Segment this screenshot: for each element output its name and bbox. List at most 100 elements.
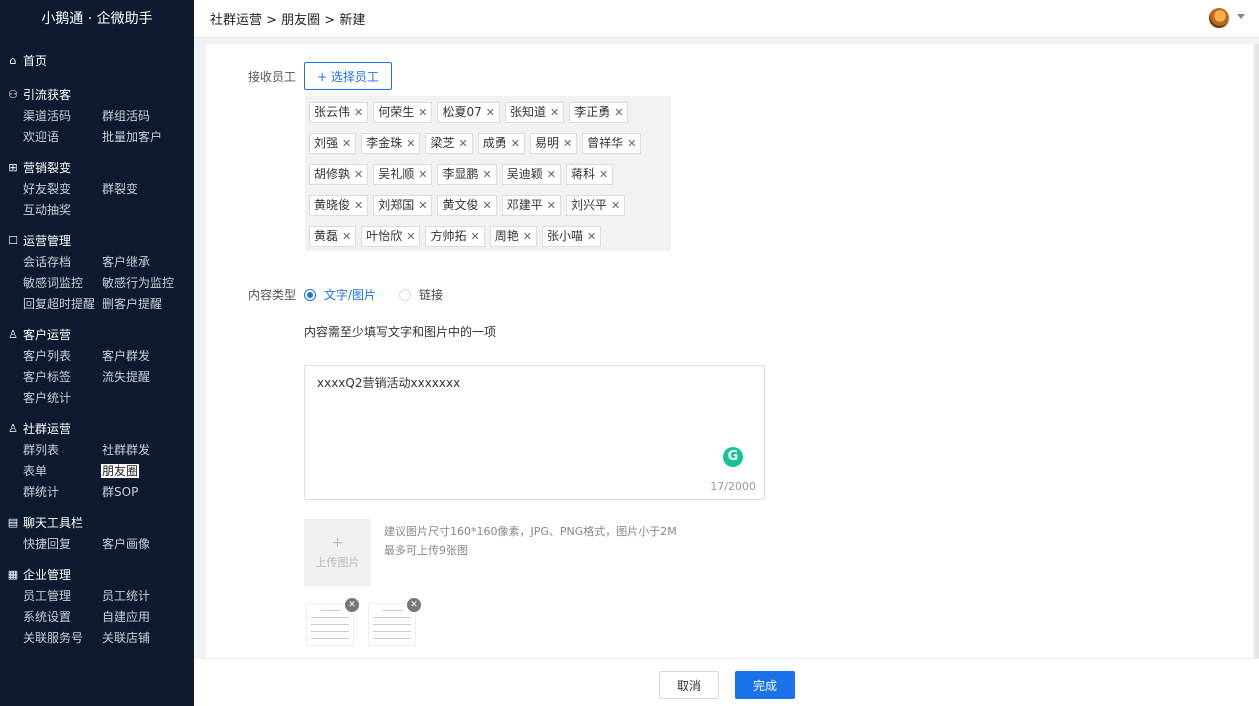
radio-link[interactable]: 链接 <box>399 286 443 303</box>
toolbar-icon: ▤ <box>7 516 19 529</box>
sidebar-item[interactable]: 客户统计 <box>22 388 101 409</box>
close-icon[interactable]: ✕ <box>550 103 559 122</box>
sidebar-item[interactable]: 客户画像 <box>101 534 191 555</box>
cancel-button[interactable]: 取消 <box>659 671 719 699</box>
sidebar-item[interactable]: 敏感行为监控 <box>101 273 191 294</box>
close-icon[interactable]: ✕ <box>342 134 351 153</box>
sidebar-menu: ⌂ 首页 ⚇ 引流获客渠道活码 群组活码 欢迎语 批量加客户 ⊞ 营销裂变 好友裂变 群裂变 互动… <box>0 38 194 649</box>
close-icon[interactable]: ✕ <box>406 134 415 153</box>
close-icon[interactable]: ✕ <box>406 227 415 246</box>
sidebar-item-label: 敏感行为监控 <box>102 276 175 290</box>
employee-tag-label: 刘强 <box>314 136 339 150</box>
image-thumbnail[interactable]: ✕ <box>306 598 359 646</box>
sidebar-group-title[interactable]: ☐ 运营管理 <box>0 230 194 252</box>
employee-tag: 邓建平 ✕ <box>501 195 561 216</box>
remove-image-icon[interactable]: ✕ <box>345 598 359 612</box>
sidebar-group-title[interactable]: ♙ 客户运营 <box>0 324 194 346</box>
sidebar-item[interactable]: 表单 <box>22 461 101 482</box>
sidebar-item[interactable]: 群裂变 <box>101 179 191 200</box>
close-icon[interactable]: ✕ <box>482 165 491 184</box>
grammarly-icon[interactable]: G <box>723 447 743 467</box>
char-counter: 17/2000 <box>710 480 756 493</box>
sidebar-item[interactable]: 好友裂变 <box>22 179 101 200</box>
sidebar-item[interactable]: 客户标签 <box>22 367 101 388</box>
sidebar-group-title[interactable]: ▤ 聊天工具栏 <box>0 512 194 534</box>
upload-hint-count: 最多可上传9张图 <box>384 544 468 557</box>
sidebar-item[interactable]: 批量加客户 <box>101 127 191 148</box>
sidebar-item[interactable]: 流失提醒 <box>101 367 191 388</box>
sidebar-item[interactable]: 敏感词监控 <box>22 273 101 294</box>
close-icon[interactable]: ✕ <box>599 165 608 184</box>
employee-tag-label: 成勇 <box>482 136 507 150</box>
close-icon[interactable]: ✕ <box>342 227 351 246</box>
sidebar-item[interactable]: 自建应用 <box>101 607 191 628</box>
sidebar-item-label: 客户继承 <box>102 255 151 269</box>
sidebar-item-label: 客户列表 <box>23 349 72 363</box>
sidebar-item-home[interactable]: ⌂ 首页 <box>0 50 194 72</box>
close-icon[interactable]: ✕ <box>458 134 467 153</box>
close-icon[interactable]: ✕ <box>614 103 623 122</box>
close-icon[interactable]: ✕ <box>354 103 363 122</box>
sidebar-item[interactable]: 社群群发 <box>101 440 191 461</box>
radio-label: 文字/图片 <box>324 288 377 302</box>
avatar[interactable] <box>1209 8 1229 28</box>
sidebar-item[interactable]: 关联服务号 <box>22 628 101 649</box>
remove-image-icon[interactable]: ✕ <box>407 598 421 612</box>
sidebar-group-title[interactable]: ⚇ 引流获客 <box>0 84 194 106</box>
sidebar-group: ☐ 运营管理 会话存档 客户继承 敏感词监控 敏感行为监控 回复超时提醒 删客户提醒 <box>0 230 194 315</box>
radio-text-image[interactable]: 文字/图片 <box>304 286 376 303</box>
sidebar-item[interactable]: 群列表 <box>22 440 101 461</box>
close-icon[interactable]: ✕ <box>486 103 495 122</box>
sidebar-group-title[interactable]: ▦ 企业管理 <box>0 564 194 586</box>
sidebar-item[interactable]: 客户继承 <box>101 252 191 273</box>
sidebar-item[interactable]: 客户群发 <box>101 346 191 367</box>
close-icon[interactable]: ✕ <box>354 165 363 184</box>
close-icon[interactable]: ✕ <box>627 134 636 153</box>
sidebar-group-label: 企业管理 <box>23 568 72 582</box>
employee-tag-label: 刘兴平 <box>570 198 607 212</box>
sidebar-item[interactable]: 互动抽奖 <box>22 200 101 221</box>
sidebar-item[interactable]: 回复超时提醒 <box>22 294 101 315</box>
sidebar-item[interactable]: 删客户提醒 <box>101 294 191 315</box>
close-icon[interactable]: ✕ <box>523 227 532 246</box>
close-icon[interactable]: ✕ <box>563 134 572 153</box>
sidebar-group-title[interactable]: ♙ 社群运营 <box>0 418 194 440</box>
sidebar: 小鹅通 · 企微助手 ⌂ 首页 ⚇ 引流获客 渠道活码 群组活码 欢迎语 批量加客户 ⊞ 营销… <box>0 0 194 706</box>
close-icon[interactable]: ✕ <box>547 165 556 184</box>
sidebar-item[interactable]: 员工统计 <box>101 586 191 607</box>
sidebar-item[interactable]: 系统设置 <box>22 607 101 628</box>
close-icon[interactable]: ✕ <box>547 196 556 215</box>
content-hint: 内容需至少填写文字和图片中的一项 <box>304 325 497 339</box>
upload-image-button[interactable]: + 上传图片 <box>304 519 371 586</box>
sidebar-item[interactable]: 群组活码 <box>101 106 191 127</box>
close-icon[interactable]: ✕ <box>418 103 427 122</box>
sidebar-item[interactable]: 群统计 <box>22 482 101 503</box>
sidebar-item[interactable]: 客户列表 <box>22 346 101 367</box>
select-employee-button[interactable]: + 选择员工 <box>304 62 392 90</box>
close-icon[interactable]: ✕ <box>470 227 479 246</box>
sidebar-item[interactable]: 快捷回复 <box>22 534 101 555</box>
close-icon[interactable]: ✕ <box>418 165 427 184</box>
sidebar-item[interactable]: 欢迎语 <box>22 127 101 148</box>
sidebar-item[interactable]: 会话存档 <box>22 252 101 273</box>
close-icon[interactable]: ✕ <box>511 134 520 153</box>
sidebar-item[interactable]: 朋友圈 <box>101 461 191 482</box>
complete-button[interactable]: 完成 <box>735 671 795 699</box>
close-icon[interactable]: ✕ <box>611 196 620 215</box>
content-textarea[interactable]: xxxxQ2营销活动xxxxxxx G 17/2000 <box>304 365 765 500</box>
sidebar-item[interactable]: 关联店铺 <box>101 628 191 649</box>
close-icon[interactable]: ✕ <box>418 196 427 215</box>
close-icon[interactable]: ✕ <box>587 227 596 246</box>
close-icon[interactable]: ✕ <box>482 196 491 215</box>
image-thumbnail[interactable]: ✕ <box>368 598 421 646</box>
close-icon[interactable]: ✕ <box>354 196 363 215</box>
sidebar-group-title[interactable]: ⊞ 营销裂变 <box>0 157 194 179</box>
sidebar-item-label: 渠道活码 <box>23 109 72 123</box>
sidebar-item-label: 群SOP <box>102 485 139 499</box>
sidebar-item[interactable]: 员工管理 <box>22 586 101 607</box>
employee-tag-label: 邓建平 <box>506 198 543 212</box>
scrollbar[interactable] <box>1255 44 1259 658</box>
chevron-down-icon[interactable] <box>1237 14 1245 19</box>
sidebar-item[interactable]: 渠道活码 <box>22 106 101 127</box>
sidebar-item[interactable]: 群SOP <box>101 482 191 503</box>
